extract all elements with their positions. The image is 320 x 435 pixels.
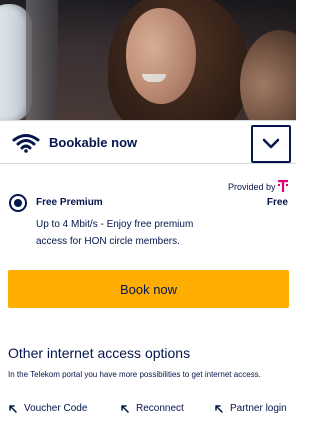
other-options-description: In the Telekom portal you have more poss…	[8, 370, 261, 379]
option-price: Free	[266, 197, 288, 208]
arrow-up-left-icon	[215, 404, 223, 413]
partner-login-label: Partner login	[230, 403, 287, 414]
photo-shade	[0, 0, 296, 122]
reconnect-link[interactable]: Reconnect	[120, 403, 184, 414]
wifi-icon	[12, 134, 40, 153]
option-description: Up to 4 Mbit/s - Enjoy free premium acce…	[36, 219, 194, 247]
reconnect-label: Reconnect	[136, 403, 184, 414]
option-title: Free Premium	[36, 197, 103, 208]
access-links: Voucher Code Reconnect Partner login	[0, 403, 296, 417]
provided-by-label: Provided by	[228, 182, 276, 192]
telekom-t-icon	[278, 180, 288, 192]
partner-login-link[interactable]: Partner login	[214, 403, 287, 414]
book-now-button[interactable]: Book now	[8, 270, 289, 308]
arrow-up-left-icon	[9, 404, 17, 413]
free-premium-radio[interactable]	[9, 194, 27, 212]
voucher-code-label: Voucher Code	[24, 403, 88, 414]
chevron-down-icon	[262, 138, 280, 149]
arrow-up-left-icon	[121, 404, 129, 413]
radio-selected-dot	[14, 199, 22, 207]
hero-photo	[0, 0, 296, 122]
other-options-title: Other internet access options	[8, 345, 191, 361]
bookable-title: Bookable now	[49, 135, 138, 150]
bookable-header: Bookable now	[0, 120, 296, 164]
expand-toggle-button[interactable]	[251, 125, 291, 163]
voucher-code-link[interactable]: Voucher Code	[8, 403, 87, 414]
